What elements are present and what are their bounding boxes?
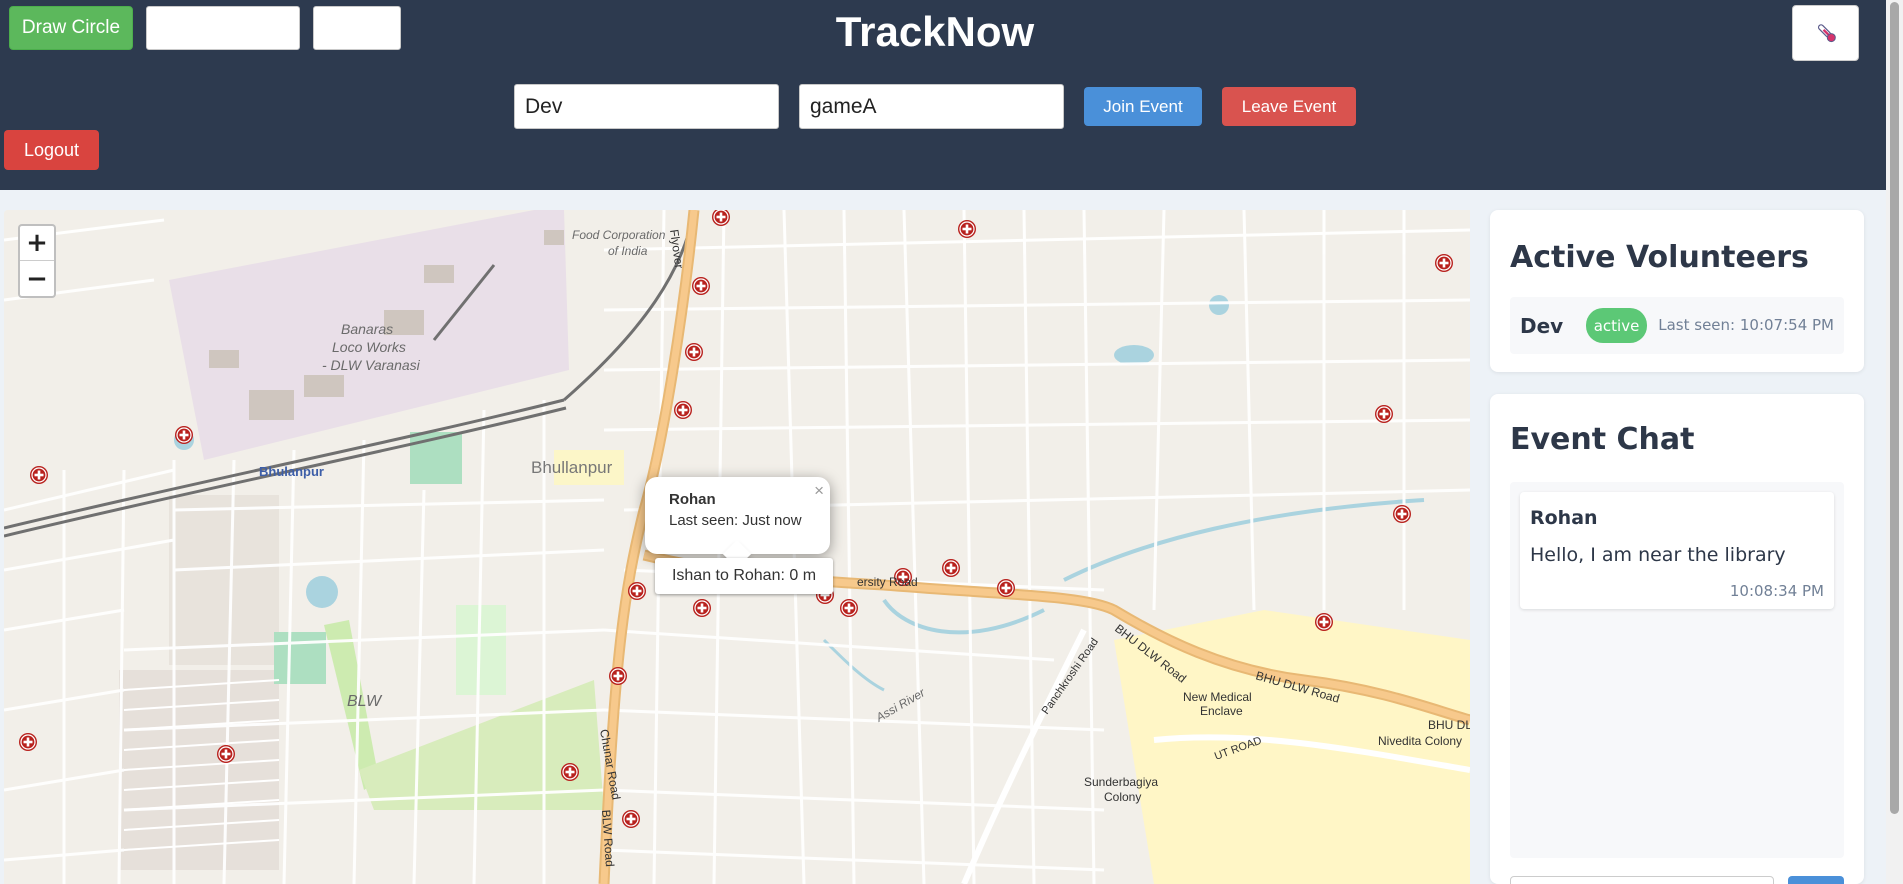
chat-input[interactable] xyxy=(1510,876,1774,884)
map-label-dlw-varanasi: - DLW Varanasi xyxy=(322,357,421,373)
map-label-food-corp: Food Corporation xyxy=(572,228,666,242)
volunteer-name: Dev xyxy=(1520,314,1564,338)
map-label-blw: BLW xyxy=(347,693,383,710)
map-label-loco-works: Loco Works xyxy=(332,339,406,355)
app-title: TrackNow xyxy=(835,8,1035,55)
volunteer-row: Dev active Last seen: 10:07:54 PM xyxy=(1510,297,1844,354)
scrollbar-thumb[interactable] xyxy=(1890,2,1899,814)
map-label-enclave: Enclave xyxy=(1200,704,1243,718)
map-label-bhu-dl: BHU DL xyxy=(1428,718,1470,732)
status-badge: active xyxy=(1586,308,1647,343)
marker-popup: Rohan Last seen: Just now × xyxy=(645,477,830,569)
event-id-input[interactable]: gameA xyxy=(799,84,1064,129)
message-text: Hello, I am near the library xyxy=(1530,544,1786,566)
map-label-university-road: ersity Road xyxy=(857,575,918,589)
message-time: 10:08:34 PM xyxy=(1729,582,1824,600)
map-label-bhullanpur: Bhullanpur xyxy=(531,458,613,477)
volunteer-last-seen: Last seen: 10:07:54 PM xyxy=(1658,316,1834,334)
active-volunteers-panel: Active Volunteers Dev active Last seen: … xyxy=(1490,210,1864,372)
zoom-in-button[interactable]: + xyxy=(20,226,54,261)
volunteer-name-input[interactable]: Dev xyxy=(514,84,779,129)
volunteers-title: Active Volunteers xyxy=(1510,240,1809,275)
logout-button[interactable]: Logout xyxy=(4,130,99,170)
map-label-bhulanpur: Bhulanpur xyxy=(259,464,324,479)
zoom-control: + − xyxy=(18,224,56,298)
popup-close-button[interactable]: × xyxy=(814,481,824,501)
map-label-new-medical: New Medical xyxy=(1183,690,1252,704)
top-header: Draw Circle TrackNow Dev gameA Join Even… xyxy=(0,0,1886,190)
popup-last-seen: Last seen: Just now xyxy=(669,512,802,529)
chat-send-button[interactable] xyxy=(1788,876,1844,884)
map-label-of-india: of India xyxy=(608,244,648,258)
thermometer-button[interactable] xyxy=(1792,5,1859,61)
zoom-out-button[interactable]: − xyxy=(20,261,54,296)
thermometer-icon xyxy=(1817,24,1836,43)
chat-message: Rohan Hello, I am near the library 10:08… xyxy=(1520,492,1834,609)
chat-title: Event Chat xyxy=(1510,422,1695,457)
chat-messages[interactable]: Rohan Hello, I am near the library 10:08… xyxy=(1510,482,1844,858)
map-label-colony: Colony xyxy=(1104,790,1141,804)
map-label-sunderbagiya: Sunderbagiya xyxy=(1084,775,1158,789)
page-scrollbar[interactable] xyxy=(1886,0,1903,884)
join-event-button[interactable]: Join Event xyxy=(1084,87,1202,126)
map-view[interactable]: Food Corporation of India Banaras Loco W… xyxy=(4,210,1470,884)
event-chat-panel: Event Chat Rohan Hello, I am near the li… xyxy=(1490,394,1864,884)
map-label-nivedita: Nivedita Colony xyxy=(1378,734,1462,748)
popup-name: Rohan xyxy=(669,491,716,508)
distance-tooltip: Ishan to Rohan: 0 m xyxy=(655,558,833,594)
message-user: Rohan xyxy=(1530,507,1598,529)
leave-event-button[interactable]: Leave Event xyxy=(1222,87,1356,126)
map-label-banaras: Banaras xyxy=(341,321,393,337)
